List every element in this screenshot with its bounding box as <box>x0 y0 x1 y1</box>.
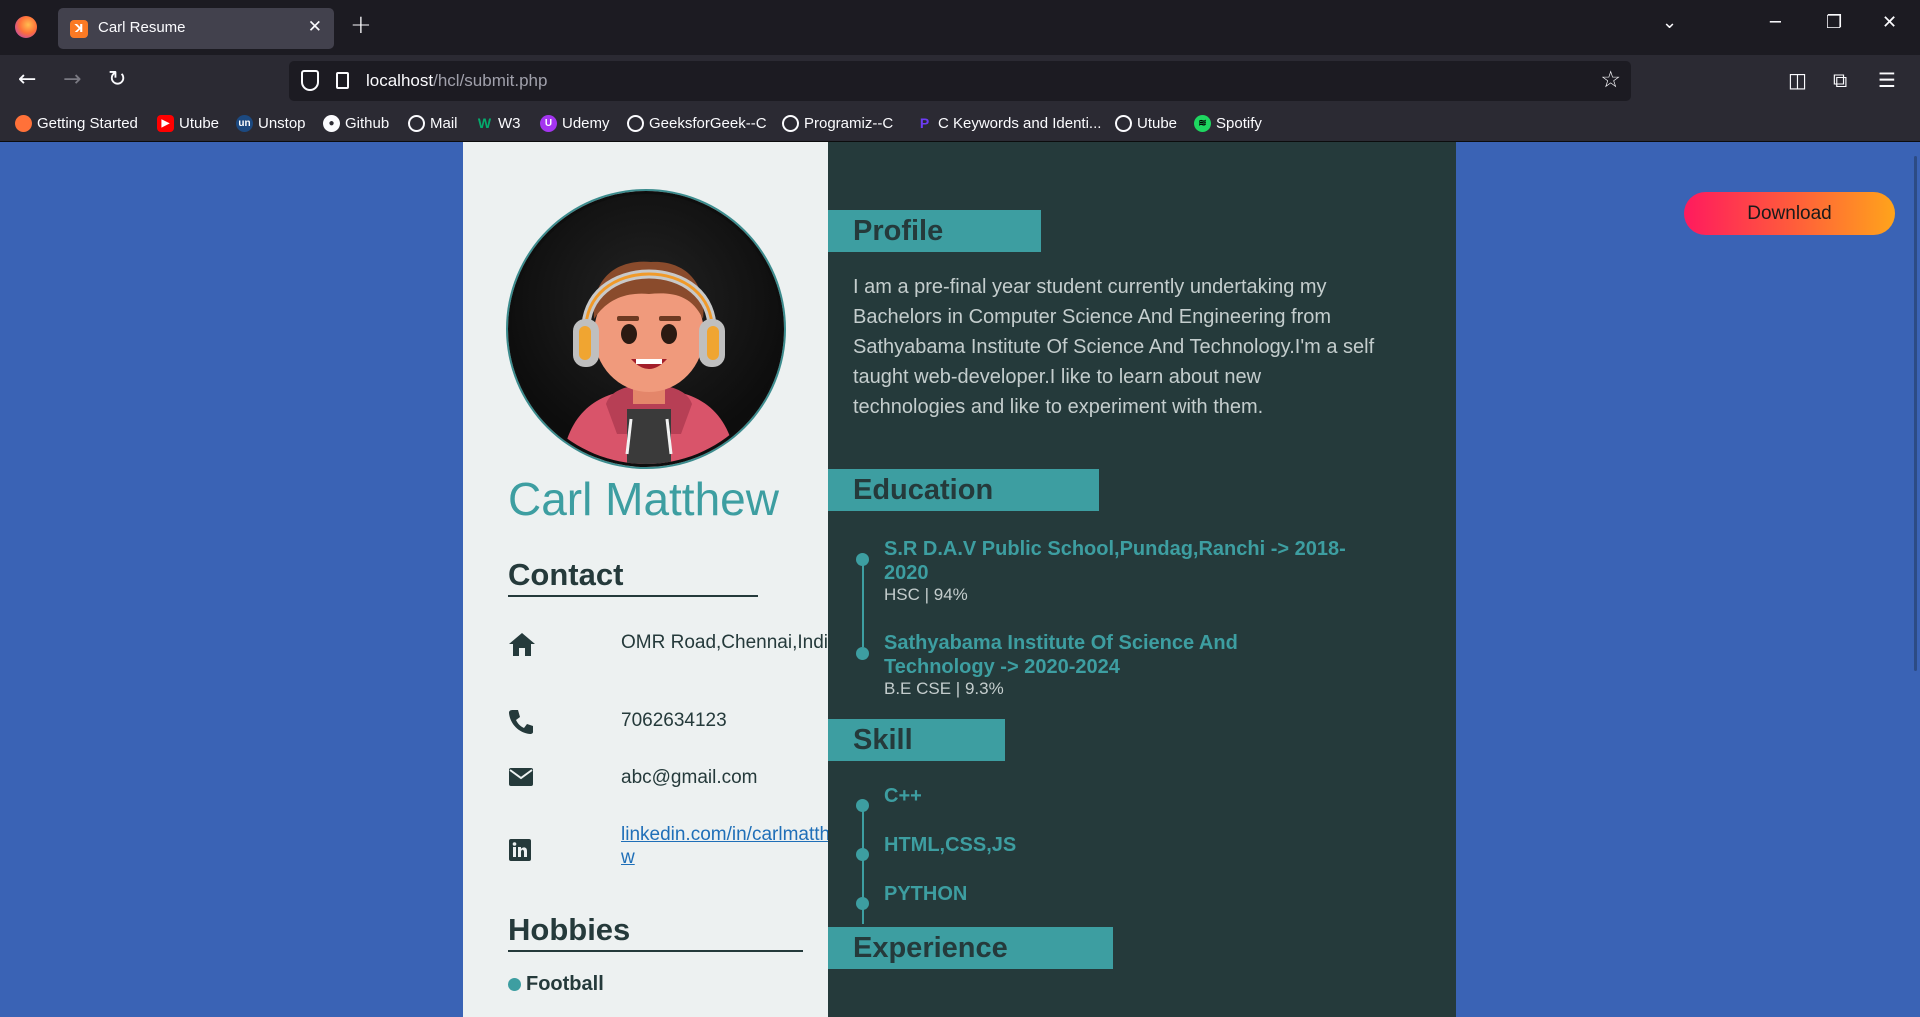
timeline-dot <box>856 897 869 910</box>
bookmark-unstop[interactable]: un Unstop <box>236 115 306 132</box>
globe-icon <box>408 115 425 132</box>
education-sub-2: B.E CSE | 9.3% <box>884 679 1004 698</box>
resume-main: Profile I am a pre-final year student cu… <box>828 142 1456 1017</box>
page-info-icon[interactable] <box>336 72 349 89</box>
avatar-illustration-icon <box>561 261 737 464</box>
home-icon <box>508 631 538 661</box>
hobbies-heading: Hobbies <box>508 912 631 947</box>
close-window-icon[interactable]: ✕ <box>1882 12 1897 33</box>
youtube-icon: ▶ <box>157 115 174 132</box>
bookmark-github[interactable]: ● Github <box>323 115 389 132</box>
pocket-icon[interactable]: ◫ <box>1788 67 1807 93</box>
timeline-dot <box>856 647 869 660</box>
contact-heading: Contact <box>508 557 624 592</box>
tab-title: Carl Resume <box>98 19 186 36</box>
contact-address-text: OMR Road,Chennai,India <box>621 632 839 653</box>
contact-divider <box>508 595 758 597</box>
navigation-bar: ← → ↻ localhost/hcl/submit.php ☆ ◫ ⧉ ☰ <box>0 55 1920 107</box>
page-content: Carl Matthew Contact OMR Road,Chennai,In… <box>0 142 1920 1017</box>
bullet-dot <box>508 978 521 991</box>
skill-item: HTML,CSS,JS <box>884 834 1017 856</box>
bookmark-programiz[interactable]: Programiz--C <box>782 115 893 132</box>
reload-icon[interactable]: ↻ <box>108 67 126 93</box>
bookmark-star-icon[interactable]: ☆ <box>1600 67 1621 93</box>
close-tab-icon[interactable]: ✕ <box>308 17 322 37</box>
timeline-dot <box>856 799 869 812</box>
bookmark-utube-2[interactable]: Utube <box>1115 115 1177 132</box>
shield-icon[interactable] <box>301 70 319 91</box>
github-icon: ● <box>323 115 340 132</box>
bookmark-spotify[interactable]: ≋ Spotify <box>1194 115 1262 132</box>
education-timeline <box>862 557 864 647</box>
restore-icon[interactable]: ❐ <box>1826 12 1842 33</box>
envelope-icon <box>508 766 538 796</box>
experience-heading: Experience <box>828 927 1113 969</box>
new-tab-icon[interactable]: + <box>350 10 372 40</box>
profile-text: I am a pre-final year student currently … <box>853 276 1375 418</box>
hobby-item: Football <box>508 973 604 996</box>
education-title-1: S.R D.A.V Public School,Pundag,Ranchi ->… <box>884 538 1346 584</box>
w3schools-icon: W <box>477 115 492 131</box>
url-text[interactable]: localhost/hcl/submit.php <box>366 71 547 91</box>
globe-icon <box>1115 115 1132 132</box>
hobby-label: Football <box>526 973 604 995</box>
list-tabs-icon[interactable]: ⌄ <box>1662 12 1677 33</box>
bookmark-utube[interactable]: ▶ Utube <box>157 115 219 132</box>
page-scrollbar[interactable] <box>1914 156 1917 671</box>
udemy-icon: U <box>540 115 557 132</box>
timeline-dot <box>856 848 869 861</box>
xampp-favicon-icon: ꓘ <box>70 20 88 38</box>
bookmark-getting-started[interactable]: Getting Started <box>15 115 138 132</box>
contact-phone-text: 7062634123 <box>621 710 727 731</box>
contact-email-text: abc@gmail.com <box>621 767 758 788</box>
globe-icon <box>627 115 644 132</box>
bookmark-geeksforgeeks[interactable]: GeeksforGeek--C <box>627 115 767 132</box>
bookmark-w3[interactable]: W W3 <box>476 115 521 132</box>
resume-sidebar: Carl Matthew Contact OMR Road,Chennai,In… <box>463 142 841 1017</box>
bookmark-mail[interactable]: Mail <box>408 115 458 132</box>
person-name: Carl Matthew <box>508 473 779 525</box>
url-bar[interactable]: localhost/hcl/submit.php ☆ <box>289 61 1631 101</box>
unstop-icon: un <box>236 115 253 132</box>
bookmark-c-keywords[interactable]: PC Keywords and Identi... <box>916 115 1102 132</box>
hobbies-divider <box>508 950 803 952</box>
minimize-icon[interactable]: ─ <box>1770 12 1781 33</box>
timeline-dot <box>856 553 869 566</box>
linkedin-link[interactable]: linkedin.com/in/carlmatthew <box>621 823 851 869</box>
globe-icon <box>782 115 799 132</box>
extensions-icon[interactable]: ⧉ <box>1833 67 1847 93</box>
bookmarks-toolbar: Getting Started ▶ Utube un Unstop ● Github … <box>0 107 1920 142</box>
skill-item: PYTHON <box>884 883 968 905</box>
download-button[interactable]: Download <box>1684 192 1895 235</box>
firefox-icon <box>15 115 32 132</box>
linkedin-icon <box>508 838 538 868</box>
skill-item: C++ <box>884 785 922 807</box>
education-sub-1: HSC | 94% <box>884 585 968 604</box>
browser-tab[interactable]: ꓘ Carl Resume ✕ <box>58 8 334 49</box>
back-icon[interactable]: ← <box>18 67 36 93</box>
phone-icon <box>508 709 538 739</box>
programiz-icon: P <box>919 115 930 131</box>
avatar <box>508 191 784 467</box>
browser-tabstrip: ꓘ Carl Resume ✕ + ⌄ ─ ❐ ✕ <box>0 0 1920 55</box>
firefox-icon[interactable] <box>15 16 37 38</box>
education-heading: Education <box>828 469 1099 511</box>
spotify-icon: ≋ <box>1194 115 1211 132</box>
forward-icon[interactable]: → <box>63 67 81 93</box>
bookmark-udemy[interactable]: U Udemy <box>540 115 610 132</box>
education-title-2: Sathyabama Institute Of Science And Tech… <box>884 632 1238 678</box>
profile-heading: Profile <box>828 210 1041 252</box>
menu-icon[interactable]: ☰ <box>1878 67 1896 93</box>
skill-heading: Skill <box>828 719 1005 761</box>
